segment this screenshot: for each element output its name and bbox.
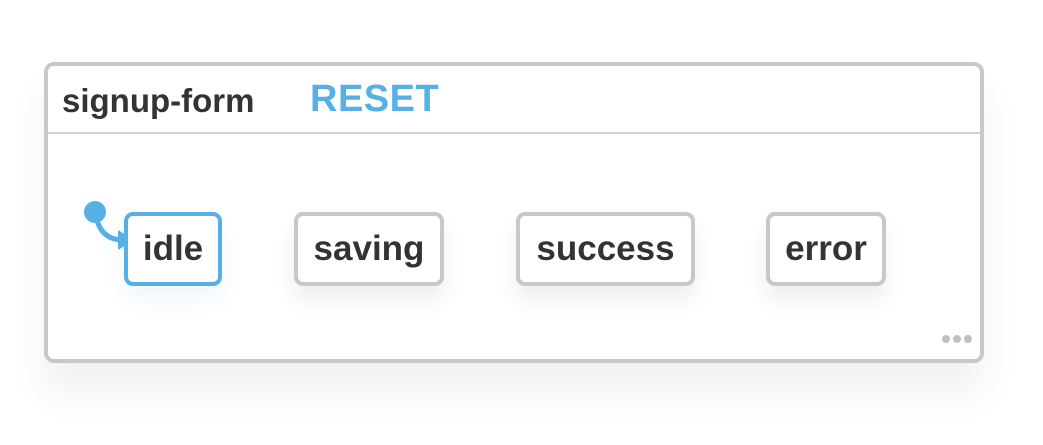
state-error[interactable]: error [766,212,886,286]
dot [953,335,961,343]
state-idle[interactable]: idle [124,212,222,286]
state-label: saving [313,229,425,268]
state-label: success [536,229,675,268]
state-saving[interactable]: saving [294,212,444,286]
dot [942,335,950,343]
more-horizontal-icon[interactable] [942,335,972,343]
dot [964,335,972,343]
state-machine-panel: signup-form RESET idle saving success er… [44,62,984,363]
state-success[interactable]: success [516,212,695,286]
state-label: idle [142,229,204,268]
reset-button[interactable]: RESET [310,78,439,121]
state-label: error [785,229,867,268]
machine-title: signup-form [62,82,255,119]
machine-header: signup-form RESET [48,66,980,134]
